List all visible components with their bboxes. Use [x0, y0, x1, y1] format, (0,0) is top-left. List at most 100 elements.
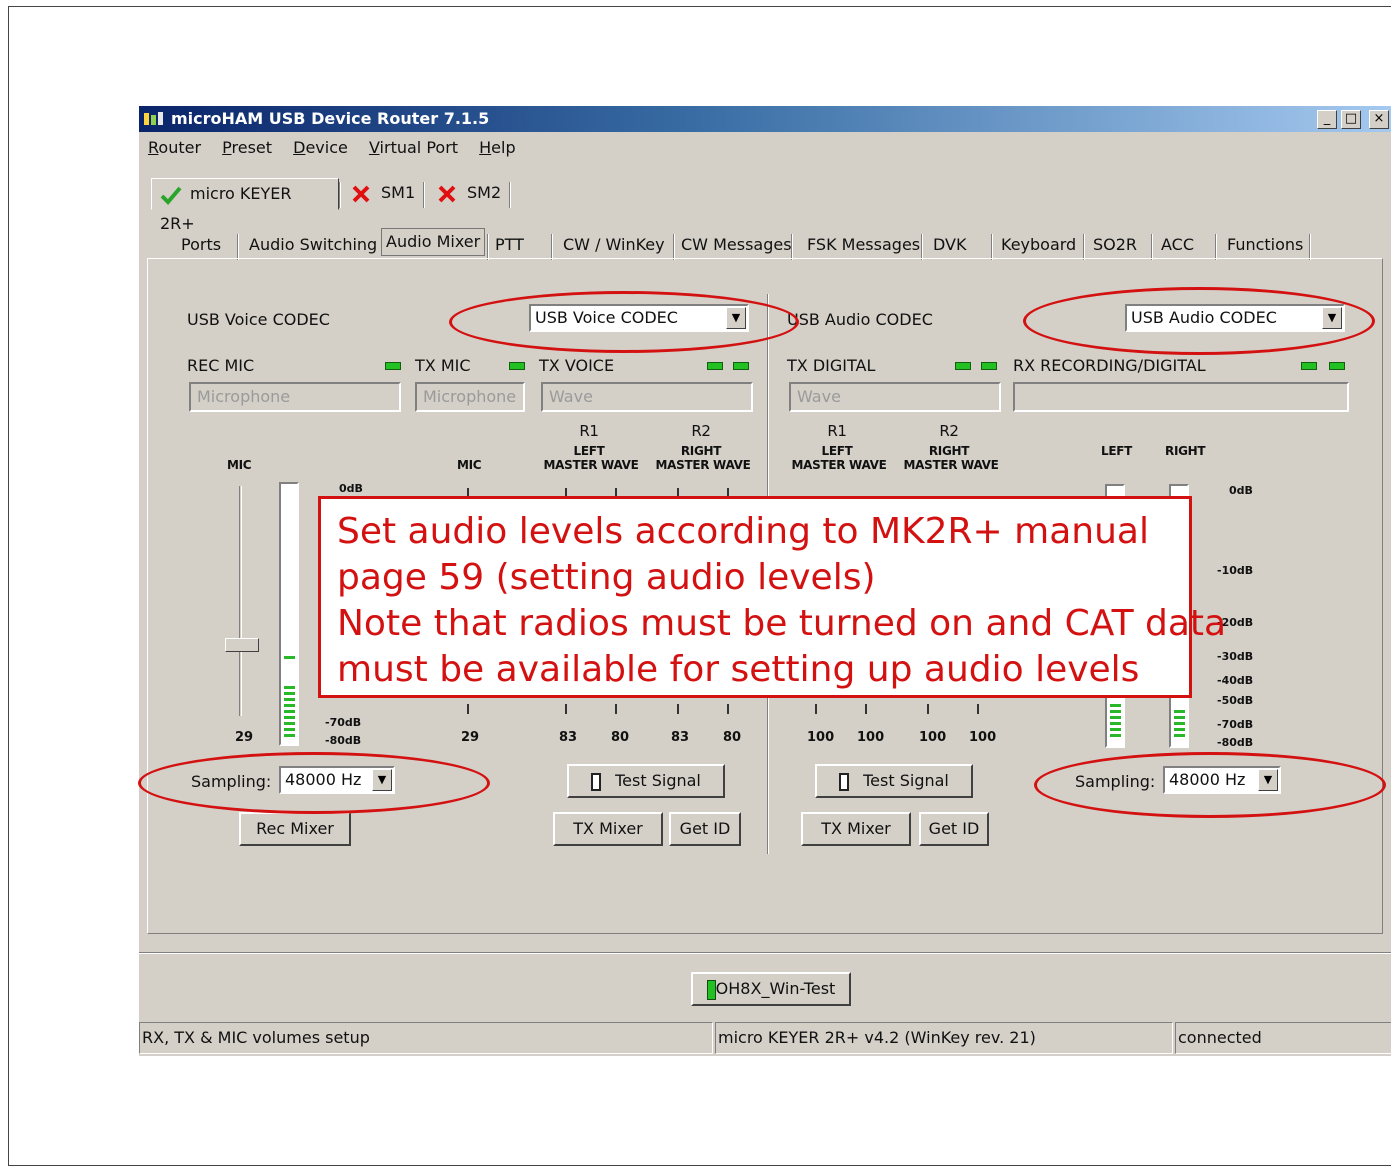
rx-db-label-10: -10dB [1217, 564, 1254, 577]
tab-dvk[interactable]: DVK [929, 232, 970, 260]
audio-r2-wave-value: 100 [969, 730, 997, 745]
tab-separator [791, 234, 793, 260]
test-signal-checkbox[interactable] [591, 772, 602, 791]
voice-tx-mixer-button[interactable]: TX Mixer [553, 812, 663, 846]
tab-audio-switching[interactable]: Audio Switching [245, 232, 381, 260]
tab-audio-mixer[interactable]: Audio Mixer [381, 228, 486, 256]
voice-get-id-button[interactable]: Get ID [669, 812, 741, 846]
tx-mic-led [509, 362, 525, 370]
tab-separator [1151, 234, 1153, 260]
highlight-ellipse-audio-codec [1023, 287, 1375, 355]
highlight-ellipse-audio-sampling [1034, 752, 1386, 818]
slider-tick [467, 704, 469, 714]
r1-left-label: LEFT [573, 444, 605, 458]
tx-digital-led-right [981, 362, 997, 370]
rec-mixer-button[interactable]: Rec Mixer [239, 812, 351, 846]
audio-tx-mixer-button[interactable]: TX Mixer [801, 812, 911, 846]
menu-bar: Router Preset Device Virtual Port Help [139, 138, 518, 162]
device-tab-sm2[interactable]: SM2 [429, 178, 509, 210]
maximize-button[interactable]: □ [1341, 110, 1361, 129]
rec-mic-label: REC MIC [187, 356, 255, 375]
menu-device[interactable]: Device [293, 138, 348, 157]
rx-recording-field [1013, 382, 1349, 412]
slider-tick [615, 704, 617, 714]
tab-separator [551, 234, 553, 260]
rx-db-label-50: -50dB [1217, 694, 1254, 707]
audio-r1-left-label: LEFT [821, 444, 853, 458]
tab-separator [1215, 234, 1217, 260]
rec-mic-level-meter [279, 482, 299, 746]
preset-status-led [706, 979, 716, 1000]
highlight-ellipse-voice-sampling [138, 752, 490, 814]
r2-right-value: 83 [671, 730, 690, 745]
preset-button[interactable]: OH8X_Win-Test [691, 972, 851, 1006]
close-button[interactable]: × [1369, 110, 1389, 129]
rx-db-label-30: -30dB [1217, 650, 1254, 663]
title-bar[interactable]: microHAM USB Device Router 7.1.5 [139, 106, 1391, 132]
slider-tick [977, 704, 979, 714]
usb-audio-codec-label: USB Audio CODEC [787, 310, 933, 329]
test-signal-checkbox[interactable] [839, 772, 850, 791]
rec-mic-value: 29 [235, 730, 254, 745]
device-tab-label: SM1 [381, 183, 416, 202]
tab-fsk-messages[interactable]: FSK Messages [803, 232, 924, 260]
audio-get-id-button[interactable]: Get ID [919, 812, 989, 846]
db-label-0: 0dB [339, 482, 363, 495]
status-connection: connected [1175, 1022, 1391, 1054]
tx-voice-led-left [707, 362, 723, 370]
tab-keyboard[interactable]: Keyboard [997, 232, 1080, 260]
annotation-line-4: must be available for setting up audio l… [337, 649, 1140, 690]
tab-cw-winkey[interactable]: CW / WinKey [559, 232, 669, 260]
audio-r1-master-wave-label: MASTER WAVE [791, 458, 887, 472]
rx-db-label-40: -40dB [1217, 674, 1254, 687]
db-label-70: -70dB [325, 716, 362, 729]
menu-virtual-port[interactable]: Virtual Port [369, 138, 458, 157]
rec-mic-slider-track[interactable] [239, 486, 242, 716]
tab-so2r[interactable]: SO2R [1089, 232, 1141, 260]
menu-preset[interactable]: Preset [222, 138, 272, 157]
audio-r1-left-value: 100 [807, 730, 835, 745]
tx-voice-led-right [733, 362, 749, 370]
voice-test-signal-button[interactable]: Test Signal [567, 764, 725, 798]
tab-functions[interactable]: Functions [1223, 232, 1307, 260]
status-device-version: micro KEYER 2R+ v4.2 (WinKey rev. 21) [715, 1022, 1173, 1054]
device-tab-sm1[interactable]: SM1 [343, 178, 423, 210]
mic-column-label: MIC [227, 458, 252, 472]
annotation-line-3: Note that radios must be turned on and C… [337, 603, 1227, 644]
tab-acc[interactable]: ACC [1157, 232, 1198, 260]
test-signal-label: Test Signal [615, 771, 701, 790]
rec-mic-slider-thumb[interactable] [225, 638, 259, 652]
tab-separator [1083, 234, 1085, 260]
tab-ptt[interactable]: PTT [491, 232, 528, 260]
error-x-icon [352, 185, 370, 202]
window-title: microHAM USB Device Router 7.1.5 [171, 109, 490, 128]
tx-voice-field: Wave [541, 382, 753, 412]
tab-ports[interactable]: Ports [177, 232, 225, 260]
slider-tick [677, 704, 679, 714]
tx-mic-field: Microphone [415, 382, 525, 412]
tab-separator [921, 234, 923, 260]
r2-right-label: RIGHT [680, 444, 722, 458]
tab-cw-messages[interactable]: CW Messages [677, 232, 796, 260]
device-tab-micro-keyer[interactable]: micro KEYER 2R+ [151, 178, 339, 233]
audio-r2-right-value: 100 [919, 730, 947, 745]
rx-left-label: LEFT [1101, 444, 1133, 458]
highlight-ellipse-voice-codec [449, 291, 799, 353]
annotation-line-2: page 59 (setting audio levels) [337, 557, 876, 598]
audio-r2-label: R2 [939, 422, 959, 440]
tab-separator [487, 234, 489, 260]
rec-mic-field: Microphone [189, 382, 401, 412]
rx-db-label-0: 0dB [1229, 484, 1253, 497]
tab-separator [991, 234, 993, 260]
device-tab-separator [509, 182, 511, 208]
rx-led-left [1301, 362, 1317, 370]
audio-test-signal-button[interactable]: Test Signal [815, 764, 973, 798]
menu-router[interactable]: Router [148, 138, 201, 157]
rx-right-label: RIGHT [1165, 444, 1206, 458]
r1-wave-value: 80 [611, 730, 630, 745]
rx-db-label-80: -80dB [1217, 736, 1254, 749]
status-message: RX, TX & MIC volumes setup [139, 1022, 713, 1054]
menu-help[interactable]: Help [479, 138, 515, 157]
r2-master-wave-label: MASTER WAVE [655, 458, 751, 472]
minimize-button[interactable]: _ [1317, 110, 1337, 129]
